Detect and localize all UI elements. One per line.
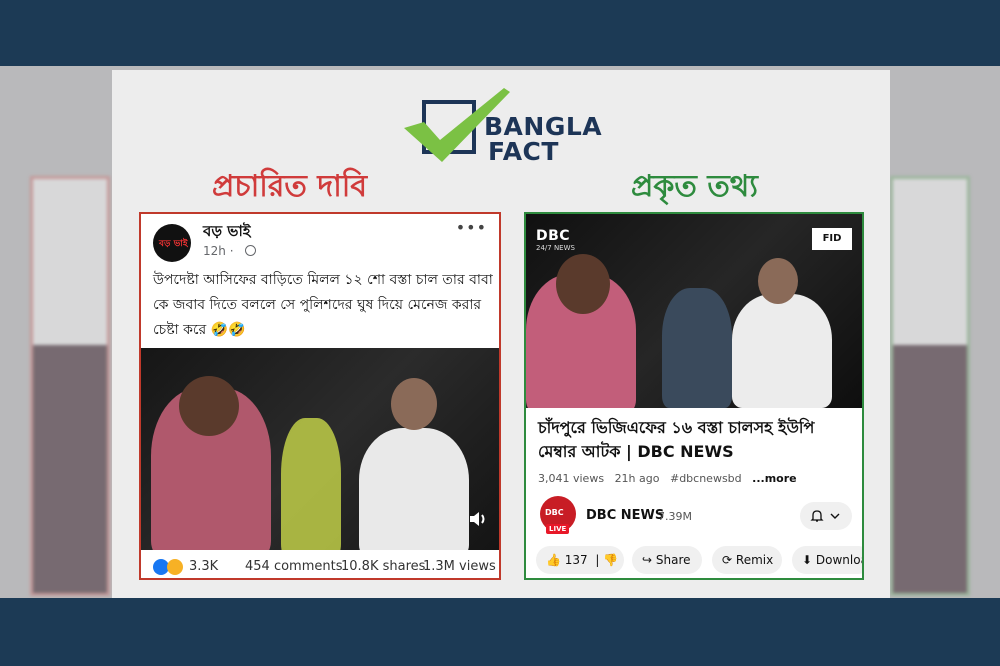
- notification-bell-button[interactable]: [800, 502, 852, 530]
- claim-heading: প্রচারিত দাবি: [212, 169, 368, 204]
- channel-avatar-text: DBC: [545, 508, 564, 517]
- thumbs-down-icon[interactable]: | 👎: [592, 553, 618, 567]
- post-video[interactable]: [141, 348, 499, 550]
- bell-icon: [810, 510, 824, 522]
- video-hashtag[interactable]: #dbcnewsbd: [670, 472, 742, 485]
- download-label: Downloa: [815, 553, 864, 567]
- globe-icon: [245, 245, 256, 256]
- fid-logo: FID: [812, 228, 852, 250]
- dbc-watermark: DBC: [536, 228, 571, 244]
- reaction-count[interactable]: 3.3K: [189, 559, 218, 574]
- post-stats: 3.3K 454 comments 10.8K shares 1.3M view…: [141, 554, 499, 578]
- volume-icon[interactable]: [467, 508, 489, 530]
- blurred-card-left: [30, 176, 110, 596]
- channel-name[interactable]: DBC NEWS: [586, 508, 664, 523]
- youtube-video-panel: DBC 24/7 NEWS FID চাঁদপুরে ভিজিএফের ১৬ ব…: [524, 212, 864, 580]
- comment-count[interactable]: 454 comments: [245, 559, 342, 574]
- live-badge: LIVE: [546, 524, 570, 534]
- top-band: [0, 0, 1000, 66]
- chevron-down-icon: [830, 513, 840, 519]
- blurred-card-right: [890, 176, 970, 596]
- avatar-text: বড় ভাই: [159, 239, 188, 249]
- download-icon: ⬇: [802, 553, 813, 567]
- video-player[interactable]: DBC 24/7 NEWS FID: [526, 214, 862, 408]
- video-age: 21h ago: [614, 472, 660, 485]
- video-views: 3,041 views: [538, 472, 605, 485]
- view-count: 1.3M views: [423, 559, 496, 574]
- logo-word-fact: FACT: [488, 137, 559, 166]
- video-title: চাঁদপুরে ভিজিএফের ১৬ বস্তা চালসহ ইউপি মে…: [538, 418, 815, 461]
- video-meta[interactable]: 3,041 views 21h ago #dbcnewsbd ...more: [538, 472, 797, 485]
- remix-button[interactable]: ⟳ Remix: [712, 546, 782, 574]
- page-name[interactable]: বড় ভাই: [203, 220, 251, 245]
- share-button[interactable]: ↪ Share: [632, 546, 702, 574]
- page-avatar[interactable]: বড় ভাই: [153, 224, 191, 262]
- like-button[interactable]: 👍 137 | 👎: [536, 546, 624, 574]
- more-options-icon[interactable]: •••: [456, 218, 487, 237]
- post-text: উপদেষ্টা আসিফের বাড়িতে মিলল ১২ শো বস্তা…: [153, 272, 493, 338]
- video-actions: 👍 137 | 👎 ↪ Share ⟳ Remix ⬇ Downloa: [536, 546, 864, 576]
- remix-label: Remix: [735, 553, 774, 567]
- dbc-watermark-sub: 24/7 NEWS: [536, 244, 575, 252]
- post-time[interactable]: 12h ·: [203, 244, 234, 258]
- fact-heading: প্রকৃত তথ্য: [631, 169, 758, 204]
- facebook-post: বড় ভাই বড় ভাই 12h · ••• উপদেষ্টা আসিফে…: [139, 212, 501, 580]
- subscriber-count: 7.39M: [658, 510, 692, 523]
- share-count[interactable]: 10.8K shares: [341, 559, 425, 574]
- download-button[interactable]: ⬇ Downloa: [792, 546, 864, 574]
- like-count: 137: [564, 553, 588, 567]
- bottom-band: [0, 598, 1000, 666]
- banglafact-logo: BANGLA FACT: [400, 84, 610, 168]
- more-link[interactable]: ...more: [752, 472, 796, 485]
- share-label: Share: [655, 553, 691, 567]
- haha-reaction-icon: [167, 559, 183, 575]
- thumbs-up-icon: 👍: [546, 553, 561, 567]
- share-icon: ↪: [642, 553, 653, 567]
- remix-icon: ⟳: [722, 553, 733, 567]
